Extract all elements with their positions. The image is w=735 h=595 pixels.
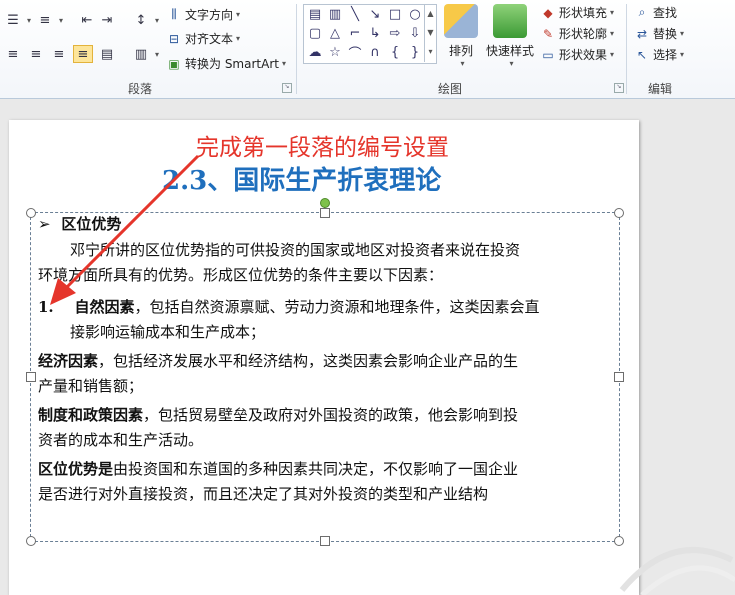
arrow-shaft [60,154,200,294]
annotation-arrow [50,154,200,305]
watermark-swirl-icon [619,547,735,595]
